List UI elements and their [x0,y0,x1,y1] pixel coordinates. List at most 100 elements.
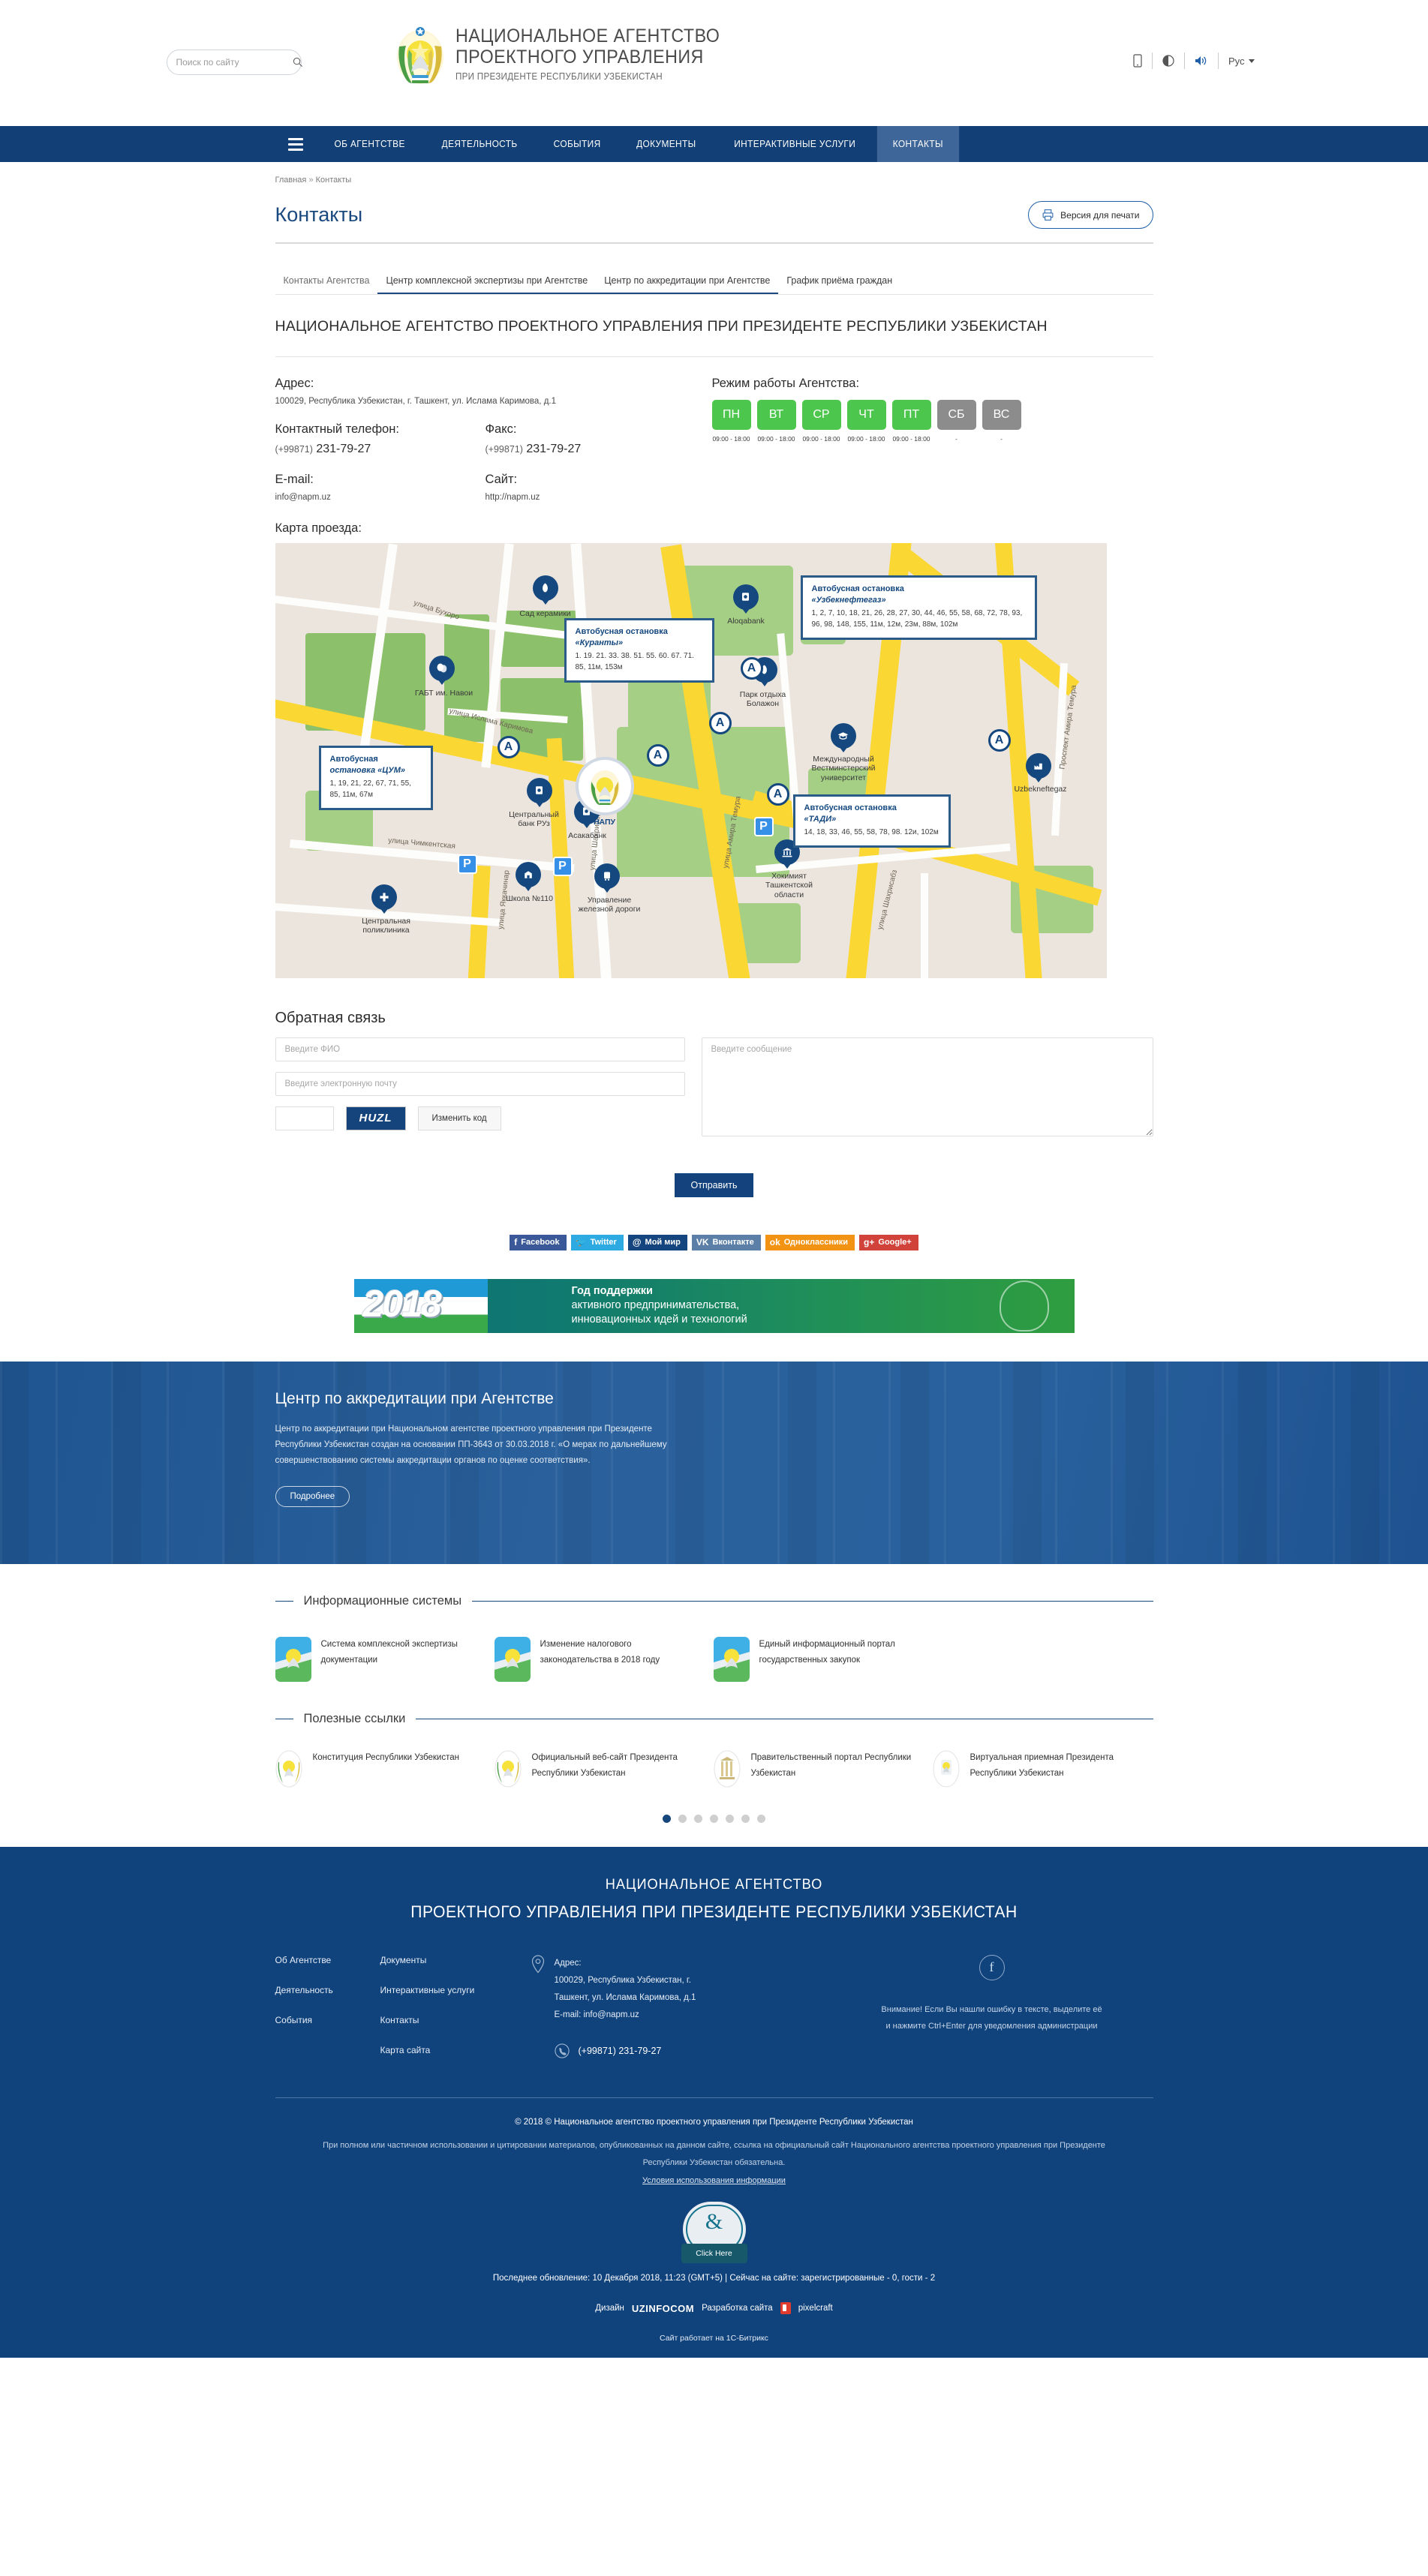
nav-item-about[interactable]: ОБ АГЕНТСТВЕ [318,126,420,162]
nav-item-events[interactable]: СОБЫТИЯ [538,126,617,162]
footer-email[interactable]: E-mail: info@napm.uz [555,2007,696,2024]
search-box[interactable] [166,50,303,75]
tab-reception-schedule[interactable]: График приёма граждан [778,271,900,294]
dnb-click-here-button[interactable]: Click Here [681,2244,747,2264]
info-system-card[interactable]: Изменение налогового законодательства в … [494,1636,714,1682]
fullname-input[interactable] [275,1037,685,1061]
breadcrumb-home[interactable]: Главная [275,176,307,185]
bus-stop-marker[interactable]: A [497,735,520,758]
footer-link-sitemap[interactable]: Карта сайта [380,2045,531,2055]
footer-terms-link[interactable]: Условия использования информации [0,2176,1428,2185]
share-vk-button[interactable]: VK Вконтакте [691,1234,761,1250]
share-moymir-button[interactable]: @ Мой мир [627,1234,687,1250]
captcha-input[interactable] [275,1106,334,1130]
nav-item-contacts[interactable]: КОНТАКТЫ [877,126,959,162]
share-moymir-label: Мой мир [645,1238,681,1247]
tab-accreditation-center[interactable]: Центр по аккредитации при Агентстве [596,271,779,294]
parking-icon[interactable]: P [753,816,774,836]
accreditation-more-button[interactable]: Подробнее [275,1485,350,1507]
carousel-dot[interactable] [757,1814,765,1823]
bus-stop-marker[interactable]: A [708,711,732,734]
info-system-card[interactable]: Единый информационный портал государстве… [713,1636,933,1682]
visually-impaired-icon[interactable] [1153,53,1185,69]
footer-link-events[interactable]: События [275,2015,380,2025]
useful-link-item[interactable]: Конституция Республики Узбекистан [275,1750,495,1788]
search-icon[interactable] [293,57,303,68]
map-pin-centralbank[interactable] [526,777,552,808]
bus-stop-marker[interactable]: A [646,743,669,767]
nav-item-activity[interactable]: ДЕЯТЕЛЬНОСТЬ [425,126,533,162]
language-selector[interactable]: Рус [1219,53,1255,69]
useful-links-section: Полезные ссылки Конституция Республики У… [275,1682,1153,1847]
footer-link-documents[interactable]: Документы [380,1955,531,1965]
share-googleplus-button[interactable]: g+ Google+ [859,1234,918,1250]
map-pin-theatre[interactable] [428,655,455,686]
footer-nav-column-2: Документы Интерактивные услуги Контакты … [380,1955,531,2075]
footer-address-line-1: 100029, Республика Узбекистан, г. [554,1975,691,1985]
day-time-thu: 09:00 - 18:00 [847,434,885,443]
email-value[interactable]: info@napm.uz [275,493,486,502]
info-system-card[interactable]: Система комплексной экспертизы документа… [275,1636,495,1682]
useful-link-item[interactable]: Правительственный портал Республики Узбе… [714,1750,933,1788]
bus-stop-marker[interactable]: A [988,728,1011,752]
site-value[interactable]: http://napm.uz [486,493,696,502]
parking-icon[interactable]: P [457,854,477,874]
useful-link-item[interactable]: Виртуальная приемная Президента Республи… [933,1750,1152,1788]
tab-expertise-center[interactable]: Центр комплексной экспертизы при Агентст… [377,271,597,294]
footer-error-notice: Внимание! Если Вы нашли ошибку в тексте,… [881,2004,1102,2031]
share-facebook-button[interactable]: f Facebook [510,1234,567,1250]
nav-item-services[interactable]: ИНТЕРАКТИВНЫЕ УСЛУГИ [718,126,871,162]
carousel-dot[interactable] [741,1814,750,1823]
share-googleplus-label: Google+ [878,1238,912,1247]
message-textarea[interactable] [701,1037,1153,1136]
email-input[interactable] [275,1071,685,1096]
change-captcha-button[interactable]: Изменить код [417,1106,501,1130]
map-pin-aloqabank[interactable] [732,584,759,614]
search-input[interactable] [176,57,293,68]
bus-stop-marker[interactable]: A [766,782,789,806]
carousel-dot[interactable] [663,1814,671,1823]
location-pin-icon [531,1955,544,1974]
napm-marker[interactable] [575,756,634,815]
tab-agency-contacts[interactable]: Контакты Агентства [275,271,378,294]
map-pin-university[interactable] [830,722,856,753]
nav-item-documents[interactable]: ДОКУМЕНТЫ [621,126,711,162]
day-box-sat: СБ [936,399,976,430]
carousel-dot[interactable] [710,1814,718,1823]
map-pin-clinic[interactable] [371,884,397,914]
year-2018-banner[interactable]: 2018 Год поддержки активного предпринима… [353,1278,1075,1333]
map-pin-uzbekneftegaz[interactable] [1025,752,1051,783]
carousel-dot[interactable] [678,1814,687,1823]
uzinfocom-brand[interactable]: UZINFOCOM [632,2303,694,2314]
mobile-version-icon[interactable] [1123,53,1153,69]
footer-link-about[interactable]: Об Агентстве [275,1955,380,1965]
theatre-icon [428,655,455,681]
share-twitter-button[interactable]: 🐦 Twitter [570,1234,624,1250]
carousel-dot[interactable] [726,1814,734,1823]
map-pin-railway[interactable] [594,863,620,893]
submit-button[interactable]: Отправить [674,1172,754,1197]
footer-link-services[interactable]: Интерактивные услуги [380,1985,531,1995]
route-map[interactable]: улица Бухоро улица Ислама Каримова улица… [275,542,1107,978]
phone-value[interactable]: (+99871) 231-79-27 [275,443,486,456]
carousel-dot[interactable] [694,1814,702,1823]
burger-menu-icon[interactable] [275,126,316,162]
footer-link-contacts[interactable]: Контакты [380,2015,531,2025]
footer-phone-number[interactable]: (+99871) 231-79-27 [579,2046,662,2056]
bus-stop-marker[interactable]: A [740,656,763,680]
dnb-badge[interactable]: & Click Here [678,2202,750,2264]
footer-link-activity[interactable]: Деятельность [275,1985,380,1995]
site-brand[interactable]: НАЦИОНАЛЬНОЕ АГЕНТСТВО ПРОЕКТНОГО УПРАВЛ… [395,24,740,86]
pixelcraft-brand[interactable]: pixelcraft [798,2304,833,2313]
print-version-button[interactable]: Версия для печати [1028,201,1153,229]
useful-link-item[interactable]: Официальный веб-сайт Президента Республи… [495,1750,714,1788]
map-place-label: Международный Вестминстерский университе… [811,754,876,782]
chevron-down-icon [1248,59,1255,63]
facebook-icon[interactable]: f [979,1954,1005,1980]
audio-icon[interactable] [1185,53,1219,69]
map-pin-school[interactable] [515,861,541,892]
map-pin-park[interactable] [532,575,558,605]
footer-copyright: © 2018 © Национальное агентство проектно… [515,2117,913,2127]
share-odnoklassniki-button[interactable]: ok Одноклассники [765,1234,855,1250]
parking-icon[interactable]: P [552,856,573,876]
